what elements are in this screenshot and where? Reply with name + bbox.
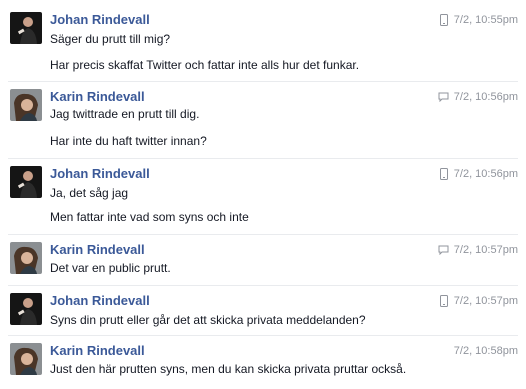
sender-name[interactable]: Karin Rindevall: [50, 89, 145, 105]
avatar-johan[interactable]: [10, 12, 42, 44]
chat-icon: [438, 244, 450, 256]
timestamp: 7/2, 10:55pm: [453, 14, 518, 26]
message: Johan Rindevall 7/2, 10:56pm Ja, det såg…: [0, 158, 526, 236]
message-meta: 7/2, 10:57pm: [438, 243, 518, 257]
mobile-icon: [438, 295, 450, 307]
message-thread: Johan Rindevall 7/2, 10:55pm Säger du pr…: [0, 0, 526, 389]
avatar-karin[interactable]: [10, 89, 42, 121]
message-text: Men fattar inte vad som syns och inte: [50, 210, 249, 224]
chat-icon: [438, 91, 450, 103]
mobile-icon: [438, 168, 450, 180]
avatar-karin[interactable]: [10, 242, 42, 274]
avatar-johan[interactable]: [10, 293, 42, 325]
message: Johan Rindevall 7/2, 10:55pm Säger du pr…: [0, 12, 526, 82]
timestamp: 7/2, 10:56pm: [453, 168, 518, 180]
sender-name[interactable]: Johan Rindevall: [50, 166, 150, 182]
avatar-karin[interactable]: [10, 343, 42, 375]
sender-name[interactable]: Johan Rindevall: [50, 12, 150, 28]
message-text: Ja, det såg jag: [50, 186, 129, 200]
message: Karin Rindevall 7/2, 10:56pm Jag twittra…: [0, 81, 526, 159]
message-meta: 7/2, 10:56pm: [438, 90, 518, 104]
message: Karin Rindevall 7/2, 10:57pm Det var en …: [0, 234, 526, 282]
message-text: Det var en public prutt.: [50, 261, 171, 275]
message-text: Jag twittrade en prutt till dig.: [50, 107, 200, 121]
message-text: Har precis skaffat Twitter och fattar in…: [50, 58, 360, 72]
timestamp: 7/2, 10:56pm: [453, 91, 518, 103]
message-text: Just den här prutten syns, men du kan sk…: [50, 362, 407, 376]
sender-name[interactable]: Johan Rindevall: [50, 293, 150, 309]
sender-name[interactable]: Karin Rindevall: [50, 343, 145, 359]
message: Karin Rindevall 7/2, 10:58pm Just den hä…: [0, 335, 526, 383]
message-text: Syns din prutt eller går det att skicka …: [50, 313, 366, 327]
message: Johan Rindevall 7/2, 10:57pm Syns din pr…: [0, 285, 526, 333]
message-meta: 7/2, 10:58pm: [454, 344, 518, 358]
avatar-johan[interactable]: [10, 166, 42, 198]
timestamp: 7/2, 10:57pm: [453, 244, 518, 256]
message-meta: 7/2, 10:56pm: [438, 167, 518, 181]
mobile-icon: [438, 14, 450, 26]
sender-name[interactable]: Karin Rindevall: [50, 242, 145, 258]
timestamp: 7/2, 10:58pm: [453, 345, 518, 357]
message-text: Säger du prutt till mig?: [50, 32, 171, 46]
timestamp: 7/2, 10:57pm: [453, 295, 518, 307]
message-meta: 7/2, 10:55pm: [438, 13, 518, 27]
message-text: Har inte du haft twitter innan?: [50, 134, 207, 148]
message-meta: 7/2, 10:57pm: [438, 294, 518, 308]
